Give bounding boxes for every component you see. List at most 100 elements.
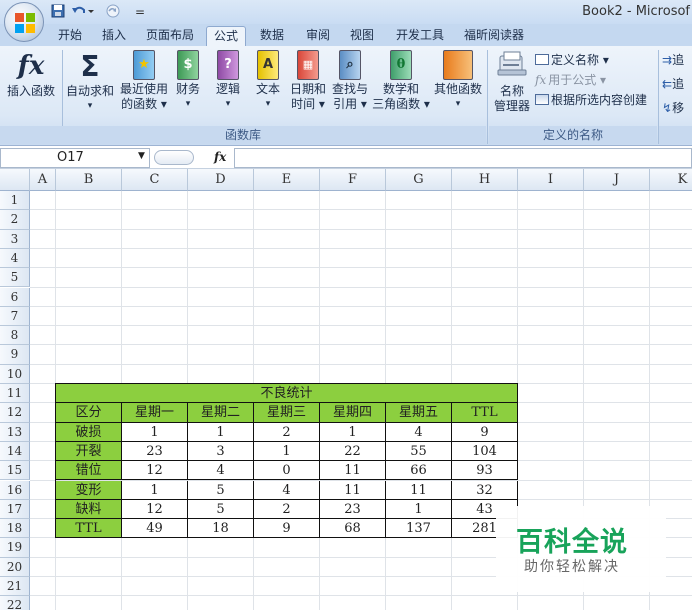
table-cell[interactable]: 1 [386,499,452,520]
row-header-9[interactable]: 9 [0,345,30,365]
table-cell[interactable]: 2 [254,422,320,442]
table-cell[interactable]: 3 [188,441,254,462]
table-cell[interactable]: 2 [254,499,320,520]
table-cell[interactable]: 32 [452,480,518,500]
name-box[interactable]: O17 [0,148,150,168]
logical-button[interactable]: ? 逻辑 ▾ [212,50,244,112]
row-header-16[interactable]: 16 [0,480,30,500]
column-header-b[interactable]: B [56,169,122,191]
row-header-20[interactable]: 20 [0,557,30,577]
select-all-corner[interactable] [0,169,30,191]
table-cell[interactable]: 18 [188,519,254,539]
insert-function-fx-icon[interactable]: fx [214,150,226,164]
name-manager-button[interactable]: 名称 管理器 [490,50,534,114]
table-cell[interactable]: 93 [452,461,518,481]
row-header-3[interactable]: 3 [0,229,30,249]
table-cell[interactable]: 23 [122,441,188,462]
use-in-formula-button[interactable]: fx 用于公式 ▾ [535,72,606,88]
table-row-label[interactable]: 变形 [56,480,122,500]
trace-dependents-button[interactable]: ⇇追 [662,76,684,92]
table-cell[interactable]: 137 [386,519,452,539]
column-header-i[interactable]: I [518,169,584,191]
autosum-button[interactable]: Σ 自动求和 ▾ [64,50,116,114]
row-header-14[interactable]: 14 [0,441,30,462]
customize-quick-access[interactable]: = [134,4,146,20]
row-header-2[interactable]: 2 [0,210,30,230]
create-from-selection-button[interactable]: 根据所选内容创建 [535,92,647,108]
redo-icon[interactable] [100,4,126,20]
table-row-label[interactable]: 破损 [56,422,122,442]
tab-foxit-reader[interactable]: 福昕阅读器 [456,26,532,46]
column-header-a[interactable]: A [30,169,56,191]
table-cell[interactable]: 104 [452,441,518,462]
table-row-label[interactable]: 开裂 [56,441,122,462]
row-header-5[interactable]: 5 [0,268,30,288]
table-row-label[interactable]: 错位 [56,461,122,481]
row-header-13[interactable]: 13 [0,422,30,442]
row-header-10[interactable]: 10 [0,364,30,384]
table-cell[interactable]: 68 [320,519,386,539]
row-header-1[interactable]: 1 [0,191,30,211]
tab-developer[interactable]: 开发工具 [388,26,452,46]
row-header-17[interactable]: 17 [0,499,30,520]
table-cell[interactable]: 22 [320,441,386,462]
formula-input[interactable] [234,148,692,168]
save-icon[interactable] [50,4,66,20]
table-cell[interactable]: 1 [122,480,188,500]
insert-function-button[interactable]: fx 插入函数 [2,50,60,99]
table-cell[interactable]: 12 [122,461,188,481]
column-header-f[interactable]: F [320,169,386,191]
row-header-12[interactable]: 12 [0,403,30,423]
formula-bar-resize-icon[interactable] [154,150,194,165]
date-time-button[interactable]: ▦ 日期和 时间 ▾ [288,50,328,112]
table-cell[interactable]: 9 [254,519,320,539]
table-cell[interactable]: 66 [386,461,452,481]
row-header-18[interactable]: 18 [0,519,30,539]
define-name-button[interactable]: 定义名称 ▾ [535,52,609,68]
table-cell[interactable]: 1 [320,422,386,442]
recently-used-button[interactable]: ★ 最近使用 的函数 ▾ [117,50,171,112]
table-cell[interactable]: 11 [386,480,452,500]
table-cell[interactable]: 11 [320,461,386,481]
row-header-7[interactable]: 7 [0,306,30,327]
row-header-8[interactable]: 8 [0,326,30,346]
row-header-6[interactable]: 6 [0,287,30,307]
column-header-e[interactable]: E [254,169,320,191]
column-header-c[interactable]: C [122,169,188,191]
tab-home[interactable]: 开始 [50,26,90,46]
more-functions-button[interactable]: 其他函数 ▾ [432,50,484,112]
row-header-4[interactable]: 4 [0,248,30,269]
table-cell[interactable]: 4 [188,461,254,481]
column-header-j[interactable]: J [584,169,650,191]
column-header-h[interactable]: H [452,169,518,191]
tab-formulas[interactable]: 公式 [206,26,246,46]
tab-insert[interactable]: 插入 [94,26,134,46]
financial-button[interactable]: $ 财务 ▾ [172,50,204,112]
name-box-dropdown-icon[interactable]: ▼ [138,151,145,161]
table-cell[interactable]: 0 [254,461,320,481]
row-header-22[interactable]: 22 [0,596,30,610]
tab-review[interactable]: 审阅 [298,26,338,46]
lookup-reference-button[interactable]: ⌕ 查找与 引用 ▾ [330,50,370,112]
table-cell[interactable]: 9 [452,422,518,442]
table-cell[interactable]: 4 [254,480,320,500]
table-row-label[interactable]: TTL [56,519,122,539]
table-cell[interactable]: 4 [386,422,452,442]
column-header-d[interactable]: D [188,169,254,191]
table-cell[interactable]: 49 [122,519,188,539]
undo-icon[interactable] [70,4,96,20]
tab-view[interactable]: 视图 [342,26,382,46]
table-cell[interactable]: 12 [122,499,188,520]
column-header-g[interactable]: G [386,169,452,191]
tab-data[interactable]: 数据 [252,26,292,46]
office-button[interactable] [4,2,44,42]
table-cell[interactable]: 1 [122,422,188,442]
table-cell[interactable]: 1 [254,441,320,462]
table-cell[interactable]: 11 [320,480,386,500]
remove-arrows-button[interactable]: ↯移 [662,100,684,116]
table-cell[interactable]: 5 [188,480,254,500]
column-header-k[interactable]: K [650,169,692,191]
tab-page-layout[interactable]: 页面布局 [138,26,202,46]
table-cell[interactable]: 5 [188,499,254,520]
table-cell[interactable]: 1 [188,422,254,442]
